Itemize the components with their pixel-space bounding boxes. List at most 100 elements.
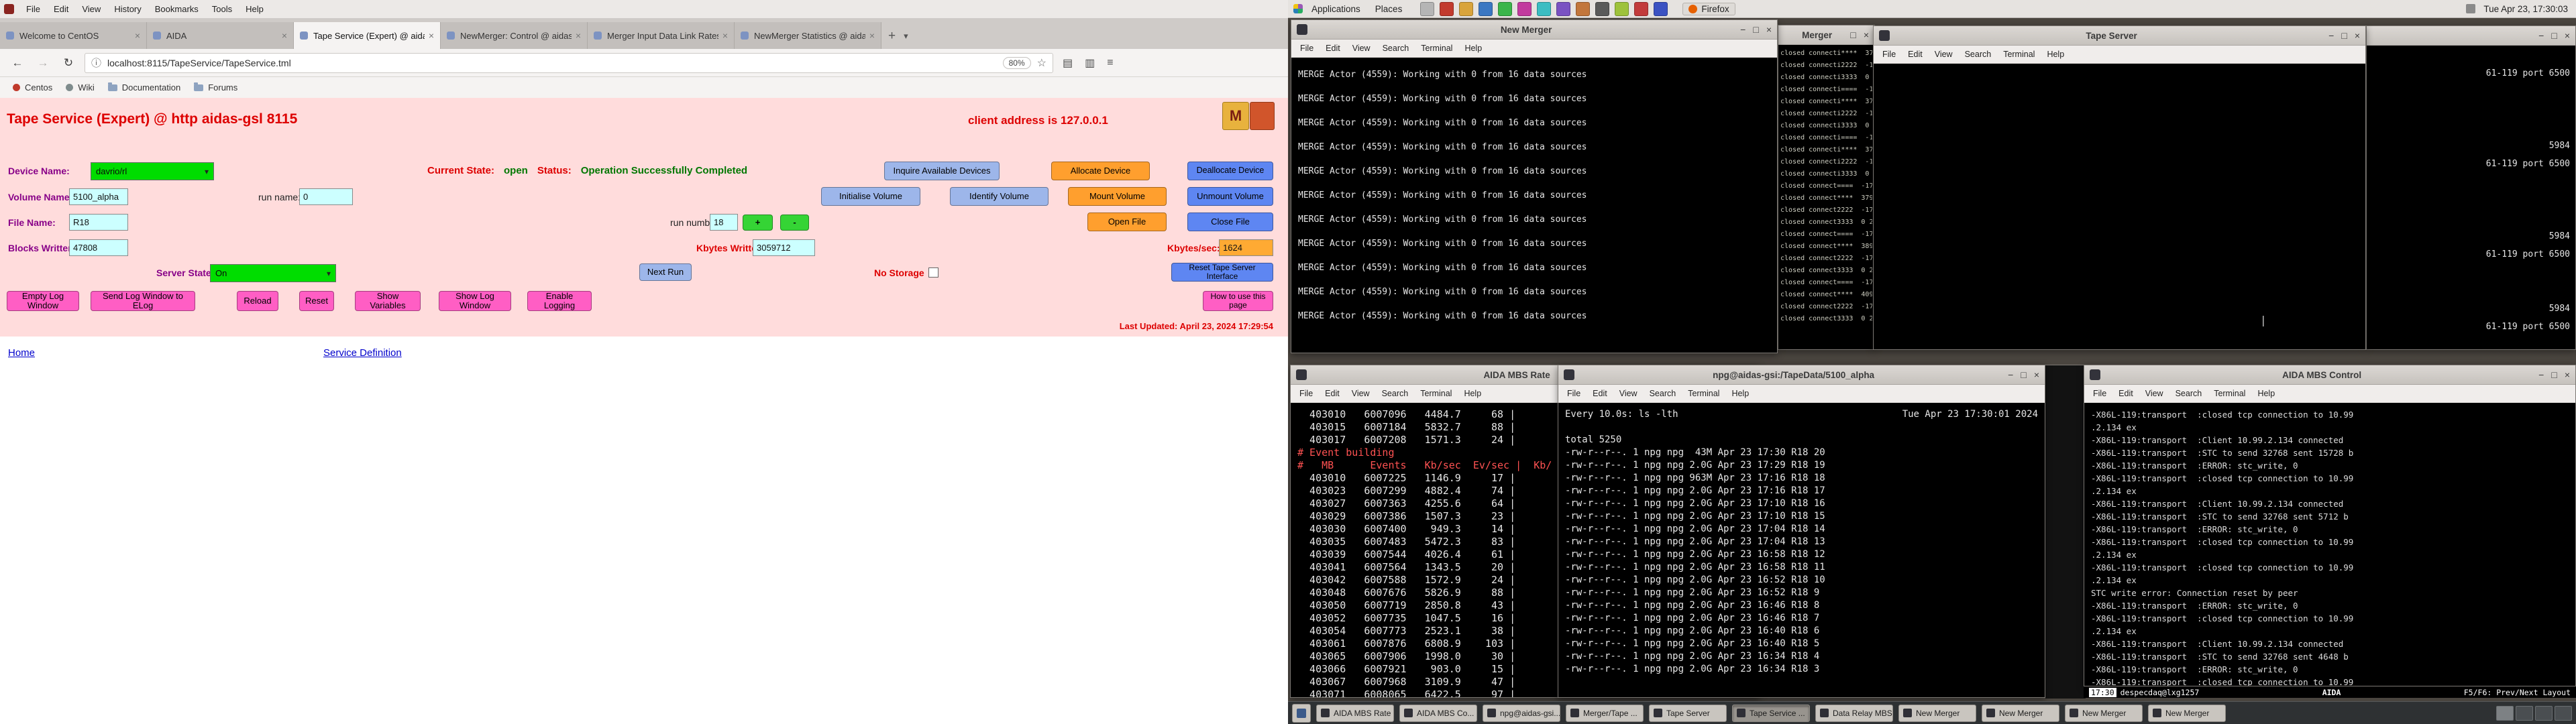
tape-server-titlebar[interactable]: Tape Server − □ × <box>1874 26 2365 46</box>
mbs-control-titlebar[interactable]: AIDA MBS Control − □ × <box>2084 365 2575 385</box>
how-to-use-this-page-button[interactable]: How to use this page <box>1203 291 1273 311</box>
browser-tab[interactable]: Welcome to CentOS × <box>0 22 147 49</box>
reload-icon[interactable]: ↻ <box>59 54 78 72</box>
run-number-decrement-button[interactable]: - <box>780 215 809 231</box>
menu-item[interactable]: Help <box>2041 50 2070 59</box>
menu-item[interactable]: Edit <box>1319 389 1346 398</box>
new-merger-titlebar[interactable]: New Merger − □ × <box>1291 20 1777 40</box>
menu-item[interactable]: File <box>1876 50 1902 59</box>
kbytes-per-sec-input[interactable] <box>1219 239 1273 256</box>
bookmark-star-icon[interactable]: ☆ <box>1037 56 1046 70</box>
menu-item[interactable]: Search <box>2169 389 2208 398</box>
sidebar-icon[interactable]: ▥ <box>1082 56 1097 70</box>
launcher-icon[interactable] <box>1595 2 1609 16</box>
workspace-switcher[interactable] <box>2496 706 2572 721</box>
close-icon[interactable]: × <box>2565 369 2570 380</box>
menu-item[interactable]: Edit <box>2112 389 2139 398</box>
menu-item[interactable]: Search <box>1376 389 1415 398</box>
next-run-button[interactable]: Next Run <box>639 263 692 281</box>
menu-item[interactable]: File <box>19 0 47 18</box>
service-definition-link[interactable]: Service Definition <box>323 347 402 359</box>
menu-item[interactable]: Help <box>239 0 270 18</box>
run-number-increment-button[interactable]: + <box>743 215 773 231</box>
close-icon[interactable]: × <box>2355 30 2360 41</box>
close-file-button[interactable]: Close File <box>1187 213 1273 231</box>
notification-icon[interactable] <box>2466 4 2475 13</box>
tab-close-icon[interactable]: × <box>429 30 434 41</box>
taskbar-launcher-icon[interactable] <box>1292 704 1311 723</box>
launcher-icon[interactable] <box>1537 2 1551 16</box>
tab-close-icon[interactable]: × <box>576 30 581 41</box>
hamburger-menu-icon[interactable]: ≡ <box>1104 57 1116 69</box>
volume-name-input[interactable] <box>69 188 128 205</box>
launcher-icon[interactable] <box>1654 2 1668 16</box>
taskbar-window-button[interactable]: New Merger <box>1898 705 1976 722</box>
taskbar-window-button[interactable]: Tape Service ... <box>1732 705 1810 722</box>
launcher-icon[interactable] <box>1576 2 1590 16</box>
menu-item[interactable]: History <box>107 0 148 18</box>
tab-close-icon[interactable]: × <box>282 30 287 41</box>
mount-volume-button[interactable]: Mount Volume <box>1068 187 1167 206</box>
menu-item[interactable]: Search <box>1959 50 1998 59</box>
reload-button[interactable]: Reload <box>237 291 278 311</box>
menu-item[interactable]: Help <box>1458 44 1488 53</box>
forward-icon[interactable]: → <box>34 54 52 72</box>
launcher-icon[interactable] <box>1615 2 1629 16</box>
merger-titlebar[interactable]: Merger □ × <box>1778 25 1874 45</box>
maximize-icon[interactable]: □ <box>1753 24 1758 35</box>
library-icon[interactable]: ▤ <box>1060 56 1075 70</box>
bookmark-centos[interactable]: Centos <box>7 82 58 93</box>
taskbar-window-button[interactable]: New Merger <box>2065 705 2143 722</box>
taskbar-window-button[interactable]: New Merger <box>1982 705 2059 722</box>
menu-item[interactable]: View <box>2139 389 2169 398</box>
minimize-icon[interactable]: − <box>2538 369 2544 380</box>
tab-close-icon[interactable]: × <box>722 30 728 41</box>
launcher-icon[interactable] <box>1459 2 1473 16</box>
tab-close-icon[interactable]: × <box>135 30 140 41</box>
menu-item[interactable]: Terminal <box>1997 50 2041 59</box>
taskbar-window-button[interactable]: npg@aidas-gsi... <box>1483 705 1560 722</box>
tab-close-icon[interactable]: × <box>869 30 875 41</box>
browser-tab[interactable]: AIDA × <box>147 22 294 49</box>
server-state-select[interactable]: On ▾ <box>210 264 336 282</box>
identify-volume-button[interactable]: Identify Volume <box>950 187 1049 206</box>
applications-menu[interactable]: Applications <box>1305 0 1366 18</box>
launcher-icon[interactable] <box>1634 2 1648 16</box>
back-icon[interactable]: ← <box>8 54 27 72</box>
maximize-icon[interactable]: □ <box>2551 30 2557 41</box>
bookmark-documentation[interactable]: Documentation <box>102 82 186 93</box>
inquire-available-devices-button[interactable]: Inquire Available Devices <box>884 162 1000 180</box>
taskbar-window-button[interactable]: Merger/Tape ... <box>1566 705 1644 722</box>
deallocate-device-button[interactable]: Deallocate Device <box>1187 162 1273 180</box>
menu-item[interactable]: View <box>1346 389 1376 398</box>
maximize-icon[interactable]: □ <box>2021 369 2026 380</box>
browser-tab[interactable]: NewMerger Statistics @ aida... × <box>735 22 881 49</box>
menu-item[interactable]: Search <box>1377 44 1415 53</box>
minimize-icon[interactable]: − <box>2008 369 2013 380</box>
minimize-icon[interactable]: − <box>2538 30 2544 41</box>
kbytes-written-input[interactable] <box>753 239 815 256</box>
taskbar-window-button[interactable]: New Merger <box>2148 705 2226 722</box>
menu-item[interactable]: Edit <box>1902 50 1929 59</box>
maximize-icon[interactable]: □ <box>2551 369 2557 380</box>
background-terminal-titlebar[interactable]: − □ × <box>2367 26 2575 46</box>
reset-button[interactable]: Reset <box>299 291 334 311</box>
launcher-icon[interactable] <box>1498 2 1512 16</box>
menu-item[interactable]: Edit <box>1587 389 1613 398</box>
allocate-device-button[interactable]: Allocate Device <box>1051 162 1150 180</box>
unmount-volume-button[interactable]: Unmount Volume <box>1187 187 1273 206</box>
menu-item[interactable]: View <box>1929 50 1959 59</box>
minimize-icon[interactable]: − <box>1740 24 1746 35</box>
close-icon[interactable]: × <box>2565 30 2570 41</box>
url-text[interactable]: localhost:8115/TapeService/TapeService.t… <box>107 58 997 68</box>
launcher-icon[interactable] <box>1517 2 1532 16</box>
menu-item[interactable]: Help <box>1725 389 1755 398</box>
browser-tab[interactable]: NewMerger: Control @ aidas... × <box>441 22 588 49</box>
launcher-icon[interactable] <box>1440 2 1454 16</box>
menu-item[interactable]: View <box>75 0 107 18</box>
initialise-volume-button[interactable]: Initialise Volume <box>821 187 920 206</box>
menu-item[interactable]: File <box>1561 389 1587 398</box>
browser-tab[interactable]: Merger Input Data Link Rates × <box>588 22 735 49</box>
menu-item[interactable]: Edit <box>1320 44 1346 53</box>
home-link[interactable]: Home <box>8 347 35 359</box>
